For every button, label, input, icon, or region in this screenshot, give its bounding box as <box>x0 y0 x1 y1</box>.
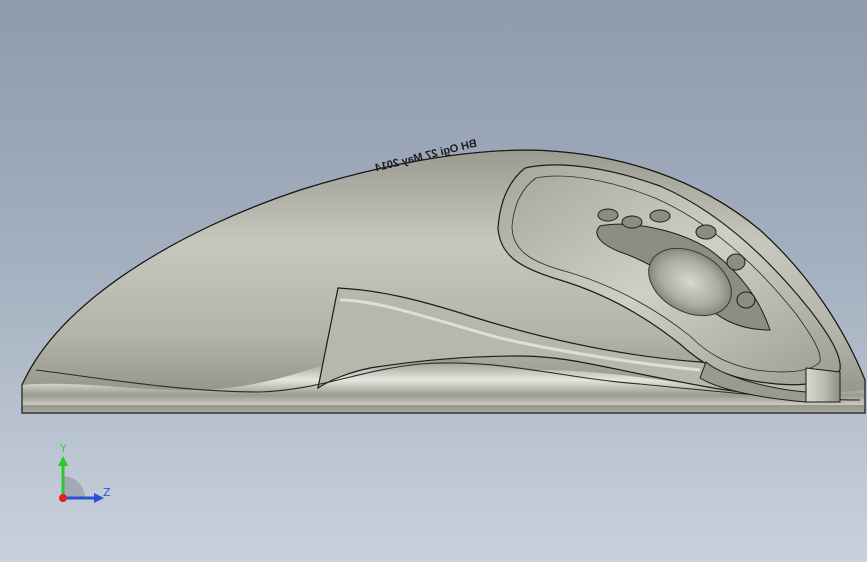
x-axis-dot <box>59 494 67 502</box>
graphics-viewport[interactable]: BH Ogi 27 May 2014 Y Z <box>0 0 867 562</box>
dimple-4 <box>695 224 717 240</box>
front-cap <box>805 367 841 403</box>
dimple-1 <box>597 208 619 222</box>
dimple-3 <box>649 209 671 223</box>
y-axis-arrow <box>58 456 68 466</box>
y-axis-label: Y <box>60 442 67 455</box>
dimple-5 <box>726 253 746 271</box>
mouse-base <box>22 405 865 413</box>
dimple-2 <box>621 215 643 229</box>
z-axis-label: Z <box>103 486 111 499</box>
mouse-model[interactable]: BH Ogi 27 May 2014 <box>0 0 867 562</box>
dimple-6 <box>736 291 756 309</box>
triad-quarter-disk <box>63 476 85 498</box>
